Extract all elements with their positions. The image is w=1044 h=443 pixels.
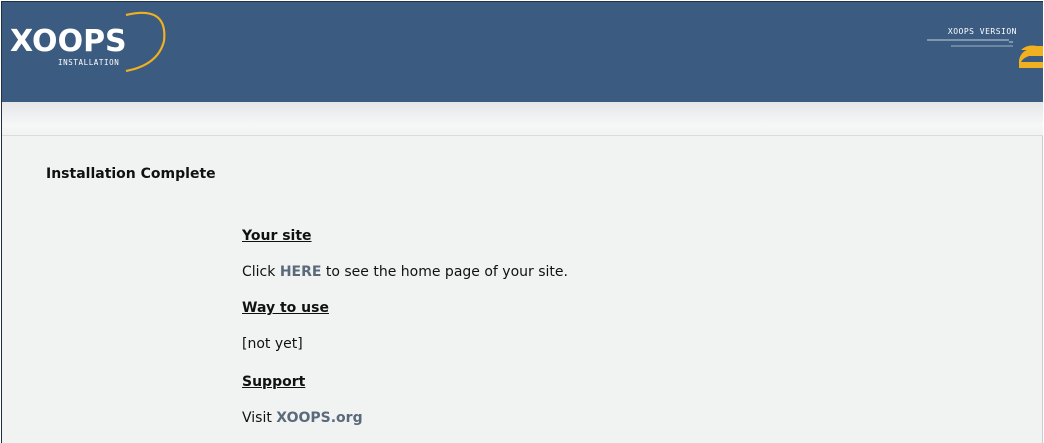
way-to-use-text: [not yet] [242, 336, 303, 352]
content-area: Installation Complete Your site Click HE… [2, 136, 1043, 443]
support-prefix: Visit [242, 410, 277, 426]
page-title: Installation Complete [46, 166, 216, 182]
your-site-prefix: Click [242, 264, 280, 280]
header-shadow-bar [2, 102, 1043, 136]
header-banner: XOOPS INSTALLATION XOOPS VERSION [2, 2, 1043, 102]
version-label: XOOPS VERSION [947, 27, 1017, 36]
xoops-installation-logo: XOOPS INSTALLATION [10, 11, 166, 73]
support-text: Visit XOOPS.org [242, 410, 363, 426]
svg-text:INSTALLATION: INSTALLATION [58, 58, 119, 67]
section-heading-your-site: Your site [242, 228, 312, 244]
version-graphic [927, 39, 1043, 68]
here-link[interactable]: HERE [280, 264, 322, 280]
section-heading-way-to-use: Way to use [242, 300, 329, 316]
your-site-suffix: to see the home page of your site. [321, 264, 568, 280]
svg-text:XOOPS: XOOPS [10, 24, 127, 59]
your-site-text: Click HERE to see the home page of your … [242, 264, 568, 280]
section-heading-support: Support [242, 374, 306, 390]
xoops-org-link[interactable]: XOOPS.org [276, 410, 362, 426]
installer-window: XOOPS INSTALLATION XOOPS VERSION Install… [1, 1, 1043, 443]
